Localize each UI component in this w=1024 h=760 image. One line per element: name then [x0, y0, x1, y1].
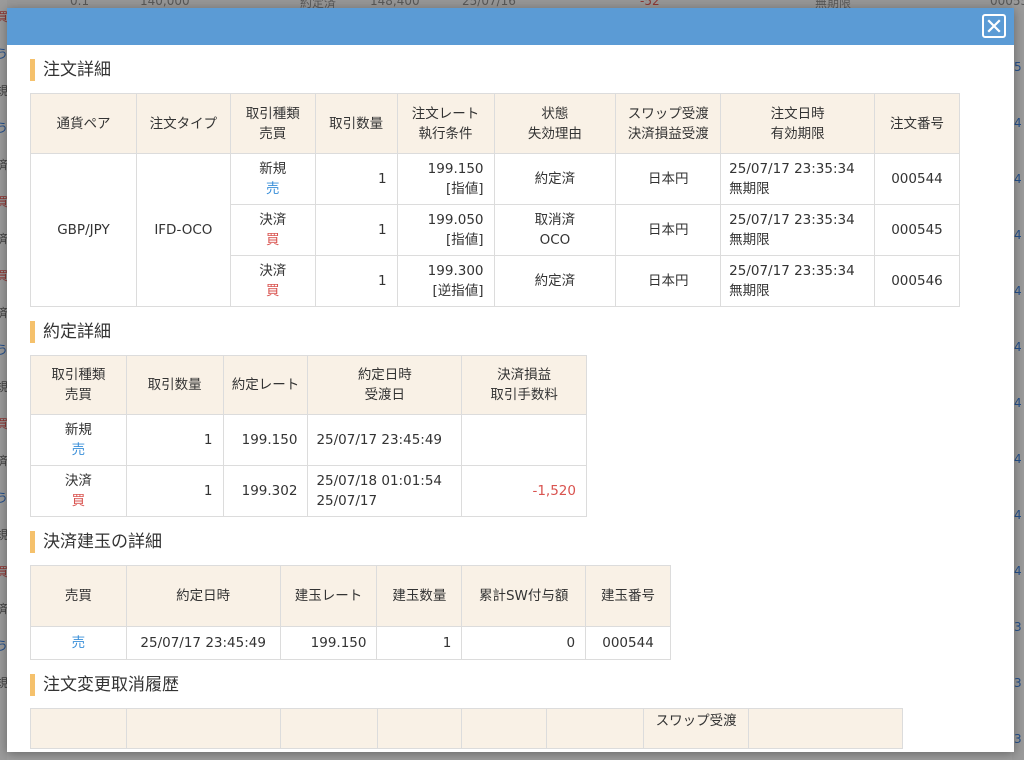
- execution-detail-table: 取引種類 売買 取引数量 約定レート 約定日時 受渡日 決済損益 取引手数料 新規売 …: [30, 355, 587, 517]
- side-label: 買: [265, 283, 280, 299]
- history-header-cell: [461, 708, 548, 749]
- cell-quantity: 1: [314, 153, 398, 205]
- side-label: 売: [265, 181, 280, 197]
- cell-exec-datetime: 25/07/17 23:45:49: [307, 414, 463, 466]
- change-history-header-row: スワップ受渡: [30, 708, 903, 749]
- table-row: 売 25/07/17 23:45:49 199.150 1 0 000544: [30, 626, 671, 660]
- cell-exec-rate: 199.150: [222, 414, 309, 466]
- history-header-swap: スワップ受渡: [643, 708, 750, 749]
- execution-header-row: 取引種類 売買 取引数量 約定レート 約定日時 受渡日 決済損益 取引手数料: [30, 355, 587, 415]
- cell-trade-kind: 決済買: [30, 465, 127, 517]
- cell-exec-datetime: 25/07/18 01:01:54 25/07/17: [307, 465, 463, 517]
- cell-quantity: 1: [125, 465, 224, 517]
- order-detail-header-row: 通貨ペア 注文タイプ 取引種類 売買 取引数量 注文レート 執行条件 状態 失効理由 …: [30, 93, 960, 154]
- history-header-cell: [546, 708, 645, 749]
- side-label: 買: [265, 232, 280, 248]
- cell-trade-kind: 決済買: [229, 204, 316, 256]
- cell-status: 約定済: [493, 153, 617, 205]
- header-exec-rate: 約定レート: [222, 355, 309, 415]
- history-header-cell: [376, 708, 463, 749]
- cell-order-datetime: 25/07/17 23:35:34 無期限: [720, 153, 875, 205]
- cell-order-rate: 199.150 [指値]: [396, 153, 495, 205]
- header-currency-pair: 通貨ペア: [30, 93, 137, 154]
- close-icon: [987, 19, 1001, 33]
- cell-quantity: 1: [314, 255, 398, 307]
- header-exec-datetime: 約定日時 受渡日: [307, 355, 463, 415]
- header-settlement-pl: 決済損益 取引手数料: [461, 355, 587, 415]
- cell-order-number: 000546: [874, 255, 960, 307]
- order-detail-table: 通貨ペア 注文タイプ 取引種類 売買 取引数量 注文レート 執行条件 状態 失効理由 …: [30, 93, 960, 307]
- cell-order-datetime: 25/07/17 23:35:34 無期限: [720, 204, 875, 256]
- cell-trade-kind: 新規売: [30, 414, 127, 466]
- header-quantity: 取引数量: [314, 93, 398, 154]
- header-position-rate: 建玉レート: [279, 565, 378, 627]
- cell-order-rate: 199.300 [逆指値]: [396, 255, 495, 307]
- order-detail-modal: 注文詳細 通貨ペア 注文タイプ 取引種類 売買 取引数量 注文レート 執行条件 状態…: [7, 8, 1014, 752]
- modal-header: [7, 8, 1014, 45]
- header-swap: スワップ受渡 決済損益受渡: [615, 93, 722, 154]
- cell-swap-total: 0: [461, 626, 587, 660]
- cell-order-number: 000545: [874, 204, 960, 256]
- history-header-cell: [748, 708, 903, 749]
- history-header-cell: [125, 708, 281, 749]
- cell-swap: 日本円: [615, 255, 722, 307]
- cell-exec-rate: 199.302: [222, 465, 309, 517]
- table-row: 新規売 1 199.150 25/07/17 23:45:49: [30, 414, 587, 466]
- cell-currency-pair: GBP/JPY: [30, 153, 137, 307]
- header-order-datetime: 注文日時 有効期限: [720, 93, 875, 154]
- cell-side: 売: [30, 626, 127, 660]
- header-order-number: 注文番号: [874, 93, 960, 154]
- cell-quantity: 1: [125, 414, 224, 466]
- cell-exec-datetime: 25/07/17 23:45:49: [125, 626, 281, 660]
- position-header-row: 売買 約定日時 建玉レート 建玉数量 累計SW付与額 建玉番号: [30, 565, 671, 627]
- cell-order-rate: 199.050 [指値]: [396, 204, 495, 256]
- side-label: 売: [71, 442, 86, 458]
- header-position-qty: 建玉数量: [376, 565, 463, 627]
- header-order-rate: 注文レート 執行条件: [396, 93, 495, 154]
- history-header-cell: [30, 708, 127, 749]
- execution-detail-title: 約定詳細: [30, 321, 1014, 343]
- cell-trade-kind: 新規売: [229, 153, 316, 205]
- header-side: 売買: [30, 565, 127, 627]
- close-button[interactable]: [982, 14, 1006, 38]
- history-header-cell: [279, 708, 378, 749]
- cell-order-datetime: 25/07/17 23:35:34 無期限: [720, 255, 875, 307]
- cell-status: 約定済: [493, 255, 617, 307]
- cell-position-qty: 1: [376, 626, 463, 660]
- cell-settlement-pl: [461, 414, 587, 466]
- position-detail-title: 決済建玉の詳細: [30, 531, 1014, 553]
- header-position-number: 建玉番号: [585, 565, 671, 627]
- cell-swap: 日本円: [615, 204, 722, 256]
- cell-position-number: 000544: [585, 626, 671, 660]
- header-status: 状態 失効理由: [493, 93, 617, 154]
- cell-order-type: IFD-OCO: [135, 153, 231, 307]
- cell-settlement-pl: -1,520: [461, 465, 587, 517]
- cell-order-number: 000544: [874, 153, 960, 205]
- modal-body[interactable]: 注文詳細 通貨ペア 注文タイプ 取引種類 売買 取引数量 注文レート 執行条件 状態…: [7, 45, 1014, 752]
- table-row: 決済買 1 199.302 25/07/18 01:01:54 25/07/17 …: [30, 465, 587, 517]
- table-row: GBP/JPY IFD-OCO 新規売 1 199.150 [指値] 約定済 日本…: [30, 153, 960, 307]
- change-history-table: スワップ受渡: [30, 708, 903, 749]
- cell-trade-kind: 決済買: [229, 255, 316, 307]
- header-trade-kind: 取引種類 売買: [30, 355, 127, 415]
- header-quantity: 取引数量: [125, 355, 224, 415]
- header-trade-kind: 取引種類 売買: [229, 93, 316, 154]
- change-history-title: 注文変更取消履歴: [30, 674, 1014, 696]
- position-detail-table: 売買 約定日時 建玉レート 建玉数量 累計SW付与額 建玉番号 売 25/07/…: [30, 565, 671, 660]
- cell-position-rate: 199.150: [279, 626, 378, 660]
- header-order-type: 注文タイプ: [135, 93, 231, 154]
- header-swap-total: 累計SW付与額: [461, 565, 587, 627]
- header-exec-datetime: 約定日時: [125, 565, 281, 627]
- cell-swap: 日本円: [615, 153, 722, 205]
- order-detail-title: 注文詳細: [30, 59, 1014, 81]
- cell-status: 取消済 OCO: [493, 204, 617, 256]
- side-label: 買: [71, 493, 86, 509]
- cell-quantity: 1: [314, 204, 398, 256]
